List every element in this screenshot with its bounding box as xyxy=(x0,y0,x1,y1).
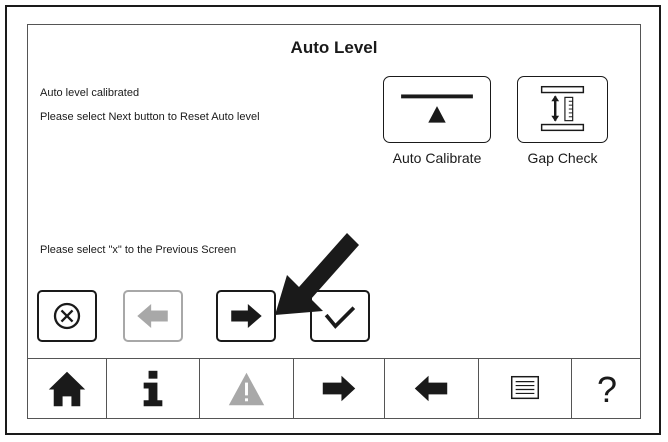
bottom-nav-bar: ? xyxy=(28,358,640,418)
arrow-right-icon xyxy=(231,304,262,328)
status-message: Auto level calibrated xyxy=(40,87,140,99)
nav-forward-button[interactable] xyxy=(294,359,385,418)
home-icon xyxy=(48,371,86,407)
warning-icon xyxy=(228,372,265,406)
nav-warning-button[interactable] xyxy=(200,359,294,418)
info-icon xyxy=(143,370,163,407)
circle-x-icon xyxy=(53,302,81,330)
arrow-left-icon xyxy=(137,304,168,328)
previous-screen-hint: Please select "x" to the Previous Screen xyxy=(40,244,237,256)
instruction-message: Please select Next button to Reset Auto … xyxy=(40,111,260,123)
nav-info-button[interactable] xyxy=(107,359,200,418)
gap-check-button[interactable] xyxy=(517,76,608,143)
help-icon: ? xyxy=(596,369,618,410)
nav-list-button[interactable] xyxy=(479,359,572,418)
next-button[interactable] xyxy=(216,290,276,342)
level-balance-icon xyxy=(401,94,473,123)
list-icon xyxy=(510,375,540,400)
gap-gauge-icon xyxy=(540,85,585,132)
arrow-left-icon xyxy=(414,375,448,402)
page-title: Auto Level xyxy=(290,38,378,57)
nav-home-button[interactable] xyxy=(28,359,107,418)
auto-calibrate-button[interactable] xyxy=(383,76,491,143)
nav-back-button[interactable] xyxy=(385,359,479,418)
gap-check-label: Gap Check xyxy=(527,150,598,166)
nav-help-button[interactable]: ? xyxy=(572,359,642,418)
cancel-button[interactable] xyxy=(37,290,97,342)
auto-calibrate-label: Auto Calibrate xyxy=(392,150,482,166)
back-button[interactable] xyxy=(123,290,183,342)
display-screen: Auto Level Auto level calibrated Please … xyxy=(27,24,641,419)
arrow-right-icon xyxy=(322,375,356,402)
callout-pointer-arrow xyxy=(275,233,359,315)
